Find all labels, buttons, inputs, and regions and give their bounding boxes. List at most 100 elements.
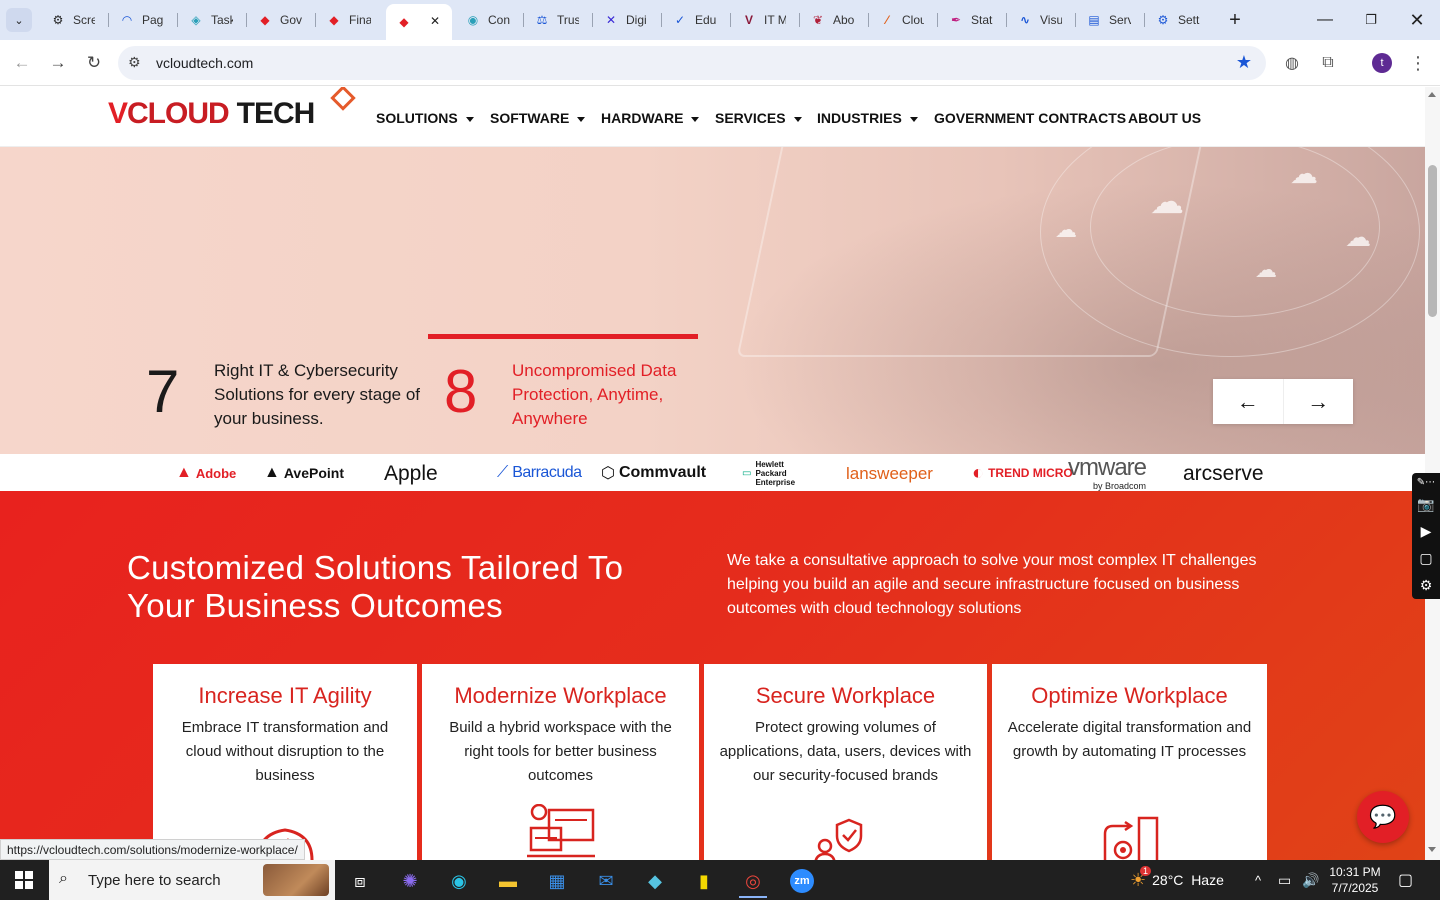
bookmark-star-icon[interactable]: ★ [1236,52,1252,73]
nav-menu-software[interactable]: SOFTWARE [490,110,586,126]
tab-search-button[interactable]: ⌄ [6,8,32,32]
store-icon[interactable]: ▦ [537,864,577,898]
browser-tab[interactable]: ⁄ Clou [869,6,938,34]
chat-button[interactable]: 💬 [1357,791,1409,843]
browser-tab[interactable]: ▤ Serv [1076,6,1145,34]
solution-card-title[interactable]: Secure Workplace [704,682,987,710]
partner-logo[interactable]: Apple [380,461,438,485]
browser-tab[interactable]: ◈ Task [178,6,247,34]
partner-logo[interactable]: ◐ TREND MICRO [972,461,1073,485]
sticky-notes-icon[interactable]: ▮ [684,864,724,898]
partner-logo[interactable]: lansweeper [846,461,933,485]
browser-tab[interactable]: ◠ Pag [109,6,178,34]
diamond-icon: ◆ [399,15,409,29]
video-icon[interactable]: ▶ [1412,518,1440,545]
partner-logo[interactable]: arcserve [1183,461,1264,485]
network-icon[interactable]: ▭ [1278,860,1291,900]
slide-number: 8 [444,358,478,425]
copilot-icon[interactable]: ✺ [390,864,430,898]
tab-title: Clou [902,13,924,27]
reload-button[interactable]: ↻ [80,49,108,77]
address-bar[interactable]: ⚙ vcloudtech.com ★ [118,46,1266,80]
browser-tab[interactable]: ✒ Stat [938,6,1007,34]
nav-menu-services[interactable]: SERVICES [715,110,802,126]
partner-logo[interactable]: ▭ Hewlett Packard Enterprise [742,460,815,487]
vcloud-tech-logo[interactable]: VCLOUD TECH [108,87,356,137]
chrome-icon[interactable]: ◎ [733,864,773,898]
partner-logo-text: vmware by Broadcom [1068,455,1147,491]
window-icon[interactable]: ▢ [1412,545,1440,572]
browser-tab[interactable]: ◆ Gov [247,6,316,34]
task-icon: ◈ [191,13,201,27]
forward-button[interactable]: → [44,49,72,77]
tab-title: Digi [626,13,647,27]
close-window-button[interactable]: ✕ [1394,0,1440,40]
solution-card-title[interactable]: Optimize Workplace [992,682,1267,710]
browser-tab[interactable]: ◆ ✕ [386,4,452,40]
settings-gear-icon[interactable]: ⚙ [1412,572,1440,599]
browser-tab[interactable]: ∿ Visu [1007,6,1076,34]
browser-tab[interactable]: ✓ Edu [662,6,731,34]
solution-card-title[interactable]: Increase IT Agility [153,682,417,710]
logo-v: V [108,97,128,130]
browser-tab[interactable]: ⚖ Trus [524,6,593,34]
weather-widget[interactable]: ☀ 1 28°C Haze [1130,860,1224,900]
slider-next-button[interactable]: → [1282,379,1354,424]
browser-tab[interactable]: ◆ Fina [316,6,385,34]
profile-avatar[interactable]: t [1372,53,1392,73]
camera-icon[interactable]: 📷 [1412,491,1440,518]
restore-icon: ❐ [1365,12,1377,27]
scroll-up-arrow[interactable] [1428,92,1436,97]
edit-icon[interactable]: ✎⋯ [1412,473,1440,491]
app-diamond-icon[interactable]: ◆ [635,864,675,898]
nav-menu-industries[interactable]: INDUSTRIES [817,110,918,126]
nav-menu-about-us[interactable]: ABOUT US [1128,110,1201,126]
hero-slide-tab[interactable]: 8 Uncompromised Data Protection, Anytime,… [444,355,727,431]
gear-icon: ⚙ [52,13,64,27]
nav-menu-government-contracts[interactable]: GOVERNMENT CONTRACTS [934,110,1126,126]
scroll-down-arrow[interactable] [1428,847,1436,852]
nav-menu-solutions[interactable]: SOLUTIONS [376,110,474,126]
partner-logo[interactable]: ▲ Adobe [176,461,236,485]
start-button[interactable] [0,860,48,900]
solution-card[interactable]: Optimize Workplace Accelerate digital tra… [992,664,1267,860]
partner-logo[interactable]: ⟋ Barracuda [497,461,582,485]
mail-icon[interactable]: ✉ [586,864,626,898]
back-button[interactable]: ← [8,49,36,77]
browser-tab[interactable]: V IT M [731,6,800,34]
menu-kebab-icon[interactable]: ⋮ [1406,51,1430,75]
close-tab-icon[interactable]: ✕ [430,14,440,28]
partner-logo[interactable]: vmware by Broadcom [1068,455,1147,490]
nav-menu-hardware[interactable]: HARDWARE [601,110,700,126]
volume-icon[interactable]: 🔊 [1302,860,1319,900]
taskbar-search-box[interactable]: ⌕ Type here to search [49,860,335,900]
system-clock[interactable]: 10:31 PM 7/7/2025 [1318,864,1392,896]
show-hidden-icons[interactable]: ^ [1255,860,1261,900]
solution-card[interactable]: Increase IT Agility Embrace IT transforma… [153,664,417,860]
partner-logo[interactable]: ⬡ Commvault [601,461,706,485]
solution-card[interactable]: Modernize Workplace Build a hybrid worksp… [422,664,699,860]
browser-tab[interactable]: ◉ Con [455,6,524,34]
restore-button[interactable]: ❐ [1348,0,1394,40]
translate-icon[interactable]: ◍ [1280,51,1304,75]
browser-tab[interactable]: ❦ Abo [800,6,869,34]
task-view-icon[interactable]: ⧈ [340,864,380,898]
notifications-icon[interactable]: ▢ [1398,860,1413,900]
site-info-icon[interactable]: ⚙ [128,54,141,71]
hero-slide-tab[interactable]: 7 Right IT & Cybersecurity Solutions for … [146,355,429,431]
weather-badge: 1 [1140,865,1152,876]
scroll-thumb[interactable] [1428,165,1437,317]
zoom-icon[interactable]: zm [782,864,822,898]
file-explorer-icon[interactable]: ▬ [488,864,528,898]
partner-logo[interactable]: ▲ AvePoint [264,461,344,485]
edge-icon[interactable]: ◉ [439,864,479,898]
browser-tab[interactable]: ✕ Digi [593,6,662,34]
slider-prev-button[interactable]: ← [1213,379,1283,424]
solution-card-title[interactable]: Modernize Workplace [422,682,699,710]
extensions-icon[interactable]: ⧉ [1316,51,1340,75]
new-tab-button[interactable]: + [1222,8,1248,32]
browser-tab[interactable]: ⚙ Sett [1145,6,1214,34]
solution-card[interactable]: Secure Workplace Protect growing volumes … [704,664,987,860]
minimize-button[interactable]: — [1302,0,1348,40]
browser-tab[interactable]: ⚙ Scre [40,6,109,34]
